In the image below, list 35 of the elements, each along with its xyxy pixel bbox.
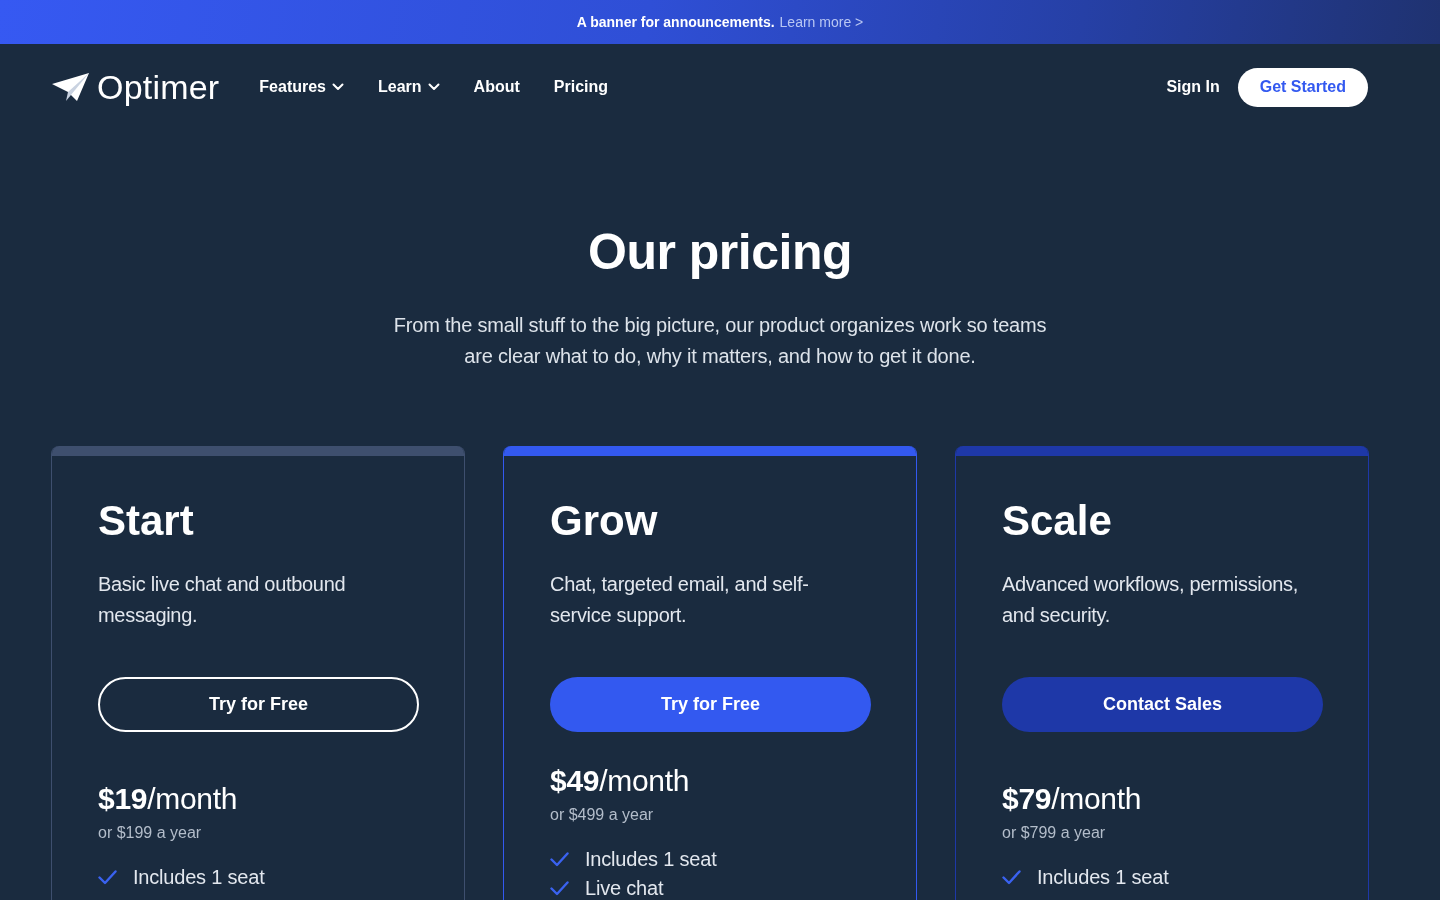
logo-wordmark: Optimer xyxy=(97,67,220,107)
yearly-price: or $499 a year xyxy=(550,805,655,825)
check-icon xyxy=(98,869,117,885)
plan-description: Advanced workflows, permissions, and security. xyxy=(1002,572,1300,628)
check-icon xyxy=(550,880,569,896)
yearly-price: or $799 a year xyxy=(1002,823,1107,843)
plan-name: Scale xyxy=(1002,496,1113,546)
feature-text: Live chat xyxy=(585,876,664,900)
yearly-price: or $199 a year xyxy=(98,823,203,843)
plan-name: Start xyxy=(98,496,195,546)
nav-link[interactable]: Learn xyxy=(378,78,440,96)
monthly-price: $49/month xyxy=(550,763,691,799)
feature-text: Includes 1 seat xyxy=(133,865,265,890)
check-icon xyxy=(1002,869,1021,885)
plan-name: Grow xyxy=(550,496,659,546)
try-for-free-button[interactable]: Try for Free xyxy=(98,677,419,732)
learn-more-link[interactable]: Learn more > xyxy=(779,14,864,30)
page-subtitle: From the small stuff to the big picture, our product organizes work so teams are clear what to do, why it matters, and how to get it done. xyxy=(392,313,1048,369)
plan-description: Chat, targeted email, and self-service support. xyxy=(550,572,810,628)
check-icon xyxy=(550,851,569,867)
get-started-button[interactable]: Get Started xyxy=(1237,67,1368,107)
feature-text: Includes 1 seat xyxy=(1037,865,1169,890)
nav-link[interactable]: Features xyxy=(259,78,344,96)
plan-button[interactable]: Contact Sales xyxy=(1002,677,1323,732)
nav-link[interactable]: Pricing xyxy=(553,78,609,96)
monthly-price: $19/month xyxy=(98,781,239,817)
monthly-price: $79/month xyxy=(1002,781,1143,817)
paper-plane-icon xyxy=(52,73,89,101)
nav-link[interactable]: About xyxy=(473,78,520,96)
feature-text: Includes 1 seat xyxy=(585,847,717,872)
plan-description: Basic live chat and outbound messaging. xyxy=(98,572,347,628)
banner-text: A banner for announcements. xyxy=(576,14,775,30)
plan-button[interactable]: Try for Free xyxy=(550,677,871,732)
page-title: Our pricing xyxy=(587,223,853,282)
sign-in-link[interactable]: Sign In xyxy=(1166,78,1220,96)
